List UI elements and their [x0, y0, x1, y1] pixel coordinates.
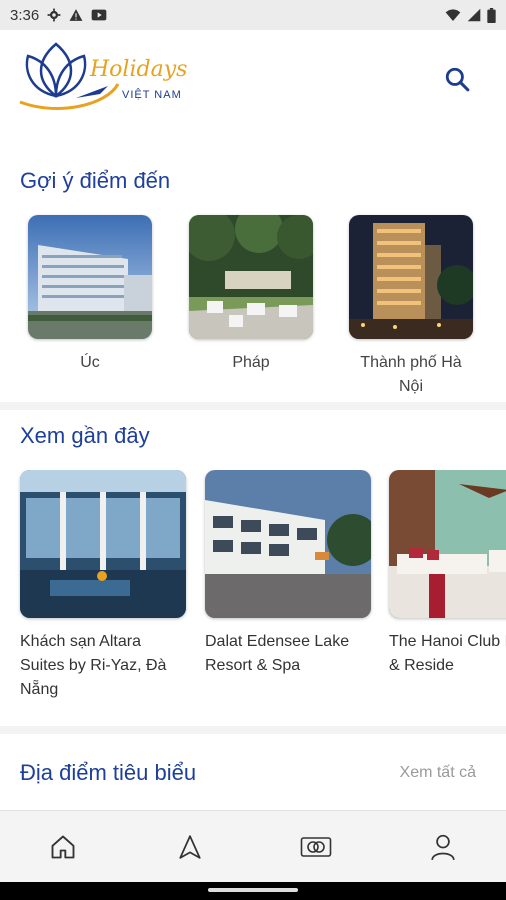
ticket-icon [300, 836, 332, 857]
section-divider [0, 726, 506, 734]
navigation-icon [179, 834, 201, 859]
see-all-link[interactable]: Xem tất cả [400, 764, 476, 782]
recent-section-title: Xem gần đây [20, 423, 150, 448]
destination-image [349, 215, 473, 339]
hotel-name: Dalat Edensee Lake Resort & Spa [205, 633, 350, 674]
holidays-vietnam-logo[interactable]: Holidays VIỆT NAM [16, 36, 196, 114]
destination-label: Thành phố Hà Nội [360, 354, 462, 395]
destination-card-ha-noi[interactable]: Thành phố Hà Nội [349, 215, 473, 399]
home-icon [51, 835, 75, 858]
nav-home[interactable] [0, 811, 127, 882]
destination-list: Úc Pháp Thành phố Hà Nội [0, 215, 506, 400]
wifi-icon [445, 9, 461, 21]
recent-card[interactable]: Dalat Edensee Lake Resort & Spa [205, 470, 371, 678]
alert-icon [69, 9, 83, 21]
destination-card-phap[interactable]: Pháp [189, 215, 313, 375]
system-home-indicator [0, 882, 506, 900]
logo-script-text: Holidays [89, 57, 187, 82]
destination-label: Úc [80, 354, 100, 371]
signal-icon [467, 8, 481, 22]
hotel-name: Khách sạn Altara Suites by Ri-Yaz, Đà Nẵ… [20, 633, 167, 698]
youtube-icon [91, 9, 107, 21]
hotel-image [205, 470, 371, 618]
hotel-image [389, 470, 506, 618]
destination-card-uc[interactable]: Úc [28, 215, 152, 375]
search-icon[interactable] [444, 66, 470, 92]
recent-card[interactable]: Khách sạn Altara Suites by Ri-Yaz, Đà Nẵ… [20, 470, 186, 702]
destination-label: Pháp [232, 354, 270, 371]
user-icon [431, 834, 455, 860]
recent-list: Khách sạn Altara Suites by Ri-Yaz, Đà Nẵ… [0, 470, 506, 720]
featured-section-title: Địa điểm tiêu biểu [20, 760, 197, 785]
nav-deals[interactable] [253, 811, 380, 882]
app-header: Holidays VIỆT NAM [0, 30, 506, 126]
settings-icon [47, 8, 61, 22]
recent-card[interactable]: The Hanoi Club Hotel & Reside [389, 470, 506, 678]
status-bar: 3:36 [0, 0, 506, 30]
nav-explore[interactable] [127, 811, 254, 882]
logo-sub-text: VIỆT NAM [122, 88, 182, 101]
nav-profile[interactable] [380, 811, 506, 882]
home-gesture-bar[interactable] [208, 888, 298, 892]
section-divider [0, 402, 506, 410]
hotel-image [20, 470, 186, 618]
hotel-name: The Hanoi Club Hotel & Reside [389, 633, 506, 674]
status-time: 3:36 [10, 6, 40, 24]
suggested-section-title: Gợi ý điểm đến [20, 168, 171, 193]
bottom-navigation [0, 810, 506, 882]
destination-image [28, 215, 152, 339]
battery-icon [487, 7, 496, 23]
destination-image [189, 215, 313, 339]
